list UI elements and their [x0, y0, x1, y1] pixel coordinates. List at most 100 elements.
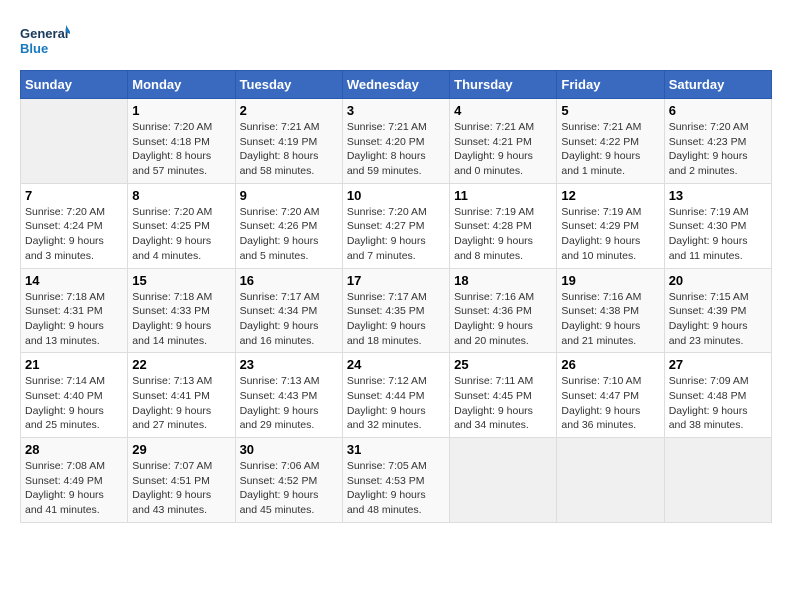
- day-number: 12: [561, 188, 659, 203]
- cell-info: Sunrise: 7:20 AMSunset: 4:23 PMDaylight:…: [669, 120, 767, 179]
- calendar-cell: 2 Sunrise: 7:21 AMSunset: 4:19 PMDaylight…: [235, 99, 342, 184]
- calendar-cell: [450, 438, 557, 523]
- cell-info: Sunrise: 7:05 AMSunset: 4:53 PMDaylight:…: [347, 459, 445, 518]
- cell-info: Sunrise: 7:21 AMSunset: 4:20 PMDaylight:…: [347, 120, 445, 179]
- calendar-cell: 18 Sunrise: 7:16 AMSunset: 4:36 PMDayligh…: [450, 268, 557, 353]
- cell-info: Sunrise: 7:14 AMSunset: 4:40 PMDaylight:…: [25, 374, 123, 433]
- cell-info: Sunrise: 7:08 AMSunset: 4:49 PMDaylight:…: [25, 459, 123, 518]
- day-number: 16: [240, 273, 338, 288]
- svg-text:Blue: Blue: [20, 41, 48, 56]
- day-number: 23: [240, 357, 338, 372]
- cell-info: Sunrise: 7:07 AMSunset: 4:51 PMDaylight:…: [132, 459, 230, 518]
- day-number: 27: [669, 357, 767, 372]
- calendar-cell: 30 Sunrise: 7:06 AMSunset: 4:52 PMDayligh…: [235, 438, 342, 523]
- cell-info: Sunrise: 7:20 AMSunset: 4:25 PMDaylight:…: [132, 205, 230, 264]
- cell-info: Sunrise: 7:19 AMSunset: 4:30 PMDaylight:…: [669, 205, 767, 264]
- day-number: 8: [132, 188, 230, 203]
- calendar-cell: 26 Sunrise: 7:10 AMSunset: 4:47 PMDayligh…: [557, 353, 664, 438]
- calendar-cell: 19 Sunrise: 7:16 AMSunset: 4:38 PMDayligh…: [557, 268, 664, 353]
- day-number: 17: [347, 273, 445, 288]
- day-number: 21: [25, 357, 123, 372]
- day-number: 4: [454, 103, 552, 118]
- day-number: 3: [347, 103, 445, 118]
- calendar-cell: 28 Sunrise: 7:08 AMSunset: 4:49 PMDayligh…: [21, 438, 128, 523]
- calendar-cell: 15 Sunrise: 7:18 AMSunset: 4:33 PMDayligh…: [128, 268, 235, 353]
- calendar-cell: 7Sunrise: 7:20 AMSunset: 4:24 PMDaylight…: [21, 183, 128, 268]
- calendar-cell: [21, 99, 128, 184]
- calendar-header: SundayMondayTuesdayWednesdayThursdayFrid…: [21, 71, 772, 99]
- cell-info: Sunrise: 7:11 AMSunset: 4:45 PMDaylight:…: [454, 374, 552, 433]
- cell-info: Sunrise: 7:10 AMSunset: 4:47 PMDaylight:…: [561, 374, 659, 433]
- day-number: 25: [454, 357, 552, 372]
- day-number: 18: [454, 273, 552, 288]
- weekday-header: Thursday: [450, 71, 557, 99]
- weekday-header: Monday: [128, 71, 235, 99]
- day-number: 2: [240, 103, 338, 118]
- cell-info: Sunrise: 7:06 AMSunset: 4:52 PMDaylight:…: [240, 459, 338, 518]
- calendar-cell: 4 Sunrise: 7:21 AMSunset: 4:21 PMDaylight…: [450, 99, 557, 184]
- day-number: 6: [669, 103, 767, 118]
- day-number: 9: [240, 188, 338, 203]
- cell-info: Sunrise: 7:13 AMSunset: 4:41 PMDaylight:…: [132, 374, 230, 433]
- day-number: 19: [561, 273, 659, 288]
- calendar-cell: 20Sunrise: 7:15 AMSunset: 4:39 PMDayligh…: [664, 268, 771, 353]
- cell-info: Sunrise: 7:16 AMSunset: 4:38 PMDaylight:…: [561, 290, 659, 349]
- calendar-cell: 24 Sunrise: 7:12 AMSunset: 4:44 PMDayligh…: [342, 353, 449, 438]
- cell-info: Sunrise: 7:19 AMSunset: 4:29 PMDaylight:…: [561, 205, 659, 264]
- calendar-cell: 29Sunrise: 7:07 AMSunset: 4:51 PMDayligh…: [128, 438, 235, 523]
- calendar-cell: 6 Sunrise: 7:20 AMSunset: 4:23 PMDaylight…: [664, 99, 771, 184]
- calendar-cell: [557, 438, 664, 523]
- calendar-cell: 22 Sunrise: 7:13 AMSunset: 4:41 PMDayligh…: [128, 353, 235, 438]
- cell-info: Sunrise: 7:21 AMSunset: 4:19 PMDaylight:…: [240, 120, 338, 179]
- day-number: 15: [132, 273, 230, 288]
- logo-svg: General Blue: [20, 20, 70, 60]
- calendar-cell: 11Sunrise: 7:19 AMSunset: 4:28 PMDayligh…: [450, 183, 557, 268]
- day-number: 10: [347, 188, 445, 203]
- cell-info: Sunrise: 7:20 AMSunset: 4:26 PMDaylight:…: [240, 205, 338, 264]
- cell-info: Sunrise: 7:13 AMSunset: 4:43 PMDaylight:…: [240, 374, 338, 433]
- cell-info: Sunrise: 7:09 AMSunset: 4:48 PMDaylight:…: [669, 374, 767, 433]
- cell-info: Sunrise: 7:18 AMSunset: 4:33 PMDaylight:…: [132, 290, 230, 349]
- logo: General Blue: [20, 20, 70, 60]
- cell-info: Sunrise: 7:20 AMSunset: 4:24 PMDaylight:…: [25, 205, 123, 264]
- day-number: 24: [347, 357, 445, 372]
- calendar-cell: 14Sunrise: 7:18 AMSunset: 4:31 PMDayligh…: [21, 268, 128, 353]
- calendar-cell: 9 Sunrise: 7:20 AMSunset: 4:26 PMDaylight…: [235, 183, 342, 268]
- cell-info: Sunrise: 7:18 AMSunset: 4:31 PMDaylight:…: [25, 290, 123, 349]
- weekday-header: Sunday: [21, 71, 128, 99]
- cell-info: Sunrise: 7:17 AMSunset: 4:34 PMDaylight:…: [240, 290, 338, 349]
- cell-info: Sunrise: 7:20 AMSunset: 4:18 PMDaylight:…: [132, 120, 230, 179]
- calendar-cell: 25 Sunrise: 7:11 AMSunset: 4:45 PMDayligh…: [450, 353, 557, 438]
- cell-info: Sunrise: 7:17 AMSunset: 4:35 PMDaylight:…: [347, 290, 445, 349]
- weekday-header: Wednesday: [342, 71, 449, 99]
- calendar-cell: 31 Sunrise: 7:05 AMSunset: 4:53 PMDayligh…: [342, 438, 449, 523]
- cell-info: Sunrise: 7:16 AMSunset: 4:36 PMDaylight:…: [454, 290, 552, 349]
- day-number: 20: [669, 273, 767, 288]
- weekday-header: Saturday: [664, 71, 771, 99]
- day-number: 31: [347, 442, 445, 457]
- cell-info: Sunrise: 7:21 AMSunset: 4:22 PMDaylight:…: [561, 120, 659, 179]
- calendar-cell: 8 Sunrise: 7:20 AMSunset: 4:25 PMDaylight…: [128, 183, 235, 268]
- calendar-cell: 27 Sunrise: 7:09 AMSunset: 4:48 PMDayligh…: [664, 353, 771, 438]
- cell-info: Sunrise: 7:12 AMSunset: 4:44 PMDaylight:…: [347, 374, 445, 433]
- calendar-cell: 1 Sunrise: 7:20 AMSunset: 4:18 PMDaylight…: [128, 99, 235, 184]
- calendar-cell: 12 Sunrise: 7:19 AMSunset: 4:29 PMDayligh…: [557, 183, 664, 268]
- cell-info: Sunrise: 7:20 AMSunset: 4:27 PMDaylight:…: [347, 205, 445, 264]
- day-number: 28: [25, 442, 123, 457]
- day-number: 22: [132, 357, 230, 372]
- calendar-cell: [664, 438, 771, 523]
- calendar-cell: 3 Sunrise: 7:21 AMSunset: 4:20 PMDaylight…: [342, 99, 449, 184]
- calendar-cell: 5Sunrise: 7:21 AMSunset: 4:22 PMDaylight…: [557, 99, 664, 184]
- day-number: 26: [561, 357, 659, 372]
- day-number: 1: [132, 103, 230, 118]
- calendar-cell: 16 Sunrise: 7:17 AMSunset: 4:34 PMDayligh…: [235, 268, 342, 353]
- calendar-cell: 23 Sunrise: 7:13 AMSunset: 4:43 PMDayligh…: [235, 353, 342, 438]
- calendar-cell: 21 Sunrise: 7:14 AMSunset: 4:40 PMDayligh…: [21, 353, 128, 438]
- cell-info: Sunrise: 7:21 AMSunset: 4:21 PMDaylight:…: [454, 120, 552, 179]
- svg-text:General: General: [20, 26, 68, 41]
- day-number: 30: [240, 442, 338, 457]
- calendar-cell: 13Sunrise: 7:19 AMSunset: 4:30 PMDayligh…: [664, 183, 771, 268]
- day-number: 11: [454, 188, 552, 203]
- calendar-cell: 17 Sunrise: 7:17 AMSunset: 4:35 PMDayligh…: [342, 268, 449, 353]
- calendar-table: SundayMondayTuesdayWednesdayThursdayFrid…: [20, 70, 772, 523]
